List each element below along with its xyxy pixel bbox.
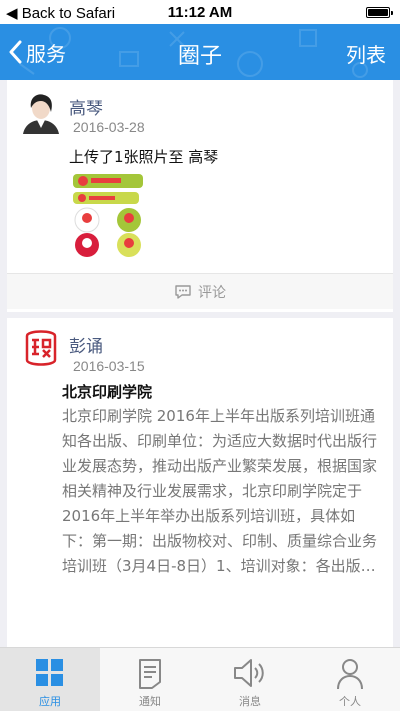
feed-list: 高琴 2016-03-28 上传了1张照片至 高琴 评论 彭诵 2016-03-…	[0, 80, 400, 647]
notice-doc-icon	[139, 659, 161, 689]
list-button[interactable]: 列表	[346, 39, 386, 68]
tab-profile-label: 个人	[339, 695, 361, 708]
post-content: 上传了1张照片至 高琴	[69, 148, 219, 166]
battery-icon	[366, 7, 393, 18]
status-bar: ◀ Back to Safari 11:12 AM	[0, 0, 400, 24]
tab-notices[interactable]: 通知	[100, 648, 200, 711]
tab-notices-label: 通知	[139, 695, 161, 708]
comment-button[interactable]: 评论	[7, 273, 393, 309]
post-date: 2016-03-15	[73, 358, 145, 374]
post-author[interactable]: 高琴	[69, 94, 103, 119]
user-avatar-icon[interactable]	[19, 90, 63, 134]
nav-back-button[interactable]: 服务	[8, 36, 66, 68]
person-icon	[337, 659, 363, 690]
post-author[interactable]: 彭诵	[69, 332, 103, 357]
tab-bar: 应用 通知 消息 个人	[0, 647, 400, 711]
speaker-icon	[234, 659, 264, 687]
article-title[interactable]: 北京印刷学院	[62, 381, 152, 402]
publisher-seal-avatar-icon[interactable]	[19, 326, 63, 370]
comment-icon	[175, 284, 191, 299]
tab-messages[interactable]: 消息	[200, 648, 300, 711]
tab-messages-label: 消息	[239, 695, 261, 708]
chevron-left-icon	[9, 40, 22, 64]
nav-back-label: 服务	[26, 41, 66, 66]
tab-apps-label: 应用	[39, 695, 61, 708]
post-photo-thumbnail[interactable]	[69, 172, 153, 258]
tab-profile[interactable]: 个人	[300, 648, 400, 711]
post-date: 2016-03-28	[73, 119, 145, 135]
navigation-bar: 服务 圈子 列表	[0, 24, 400, 80]
tab-apps[interactable]: 应用	[0, 648, 100, 711]
status-time: 11:12 AM	[167, 4, 233, 21]
apps-grid-icon	[36, 659, 63, 686]
article-excerpt[interactable]: 北京印刷学院 2016年上半年出版系列培训班通知各出版、印刷单位：为适应大数据时…	[62, 404, 384, 579]
comment-label: 评论	[198, 284, 226, 301]
